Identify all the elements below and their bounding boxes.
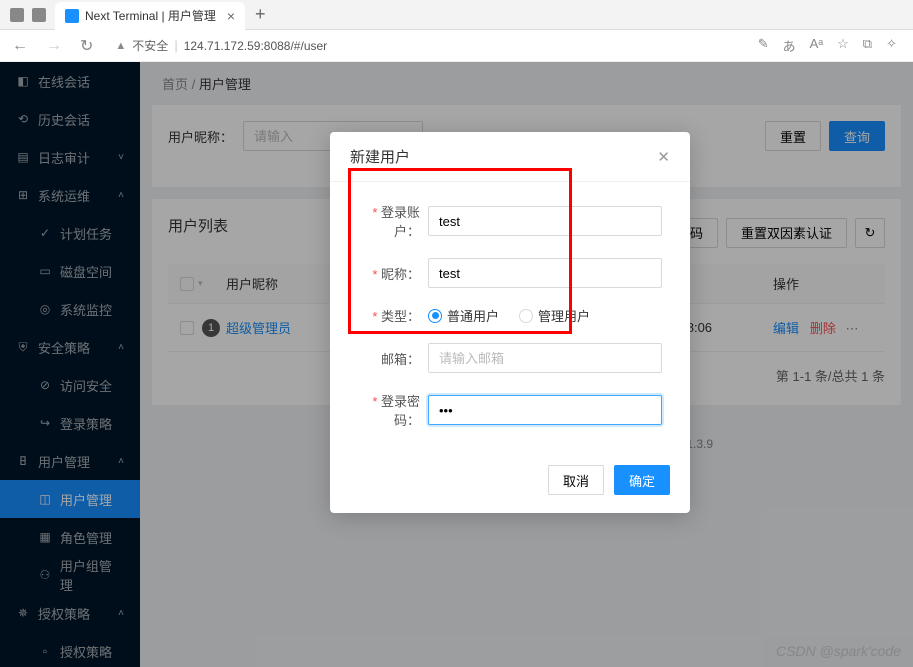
email-input[interactable] <box>428 343 662 373</box>
font-icon[interactable]: Aᵃ <box>810 36 824 55</box>
url-text: 124.71.172.59:8088/#/user <box>184 39 327 53</box>
password-input[interactable] <box>428 395 662 425</box>
favorite-icon[interactable]: ☆ <box>837 36 849 55</box>
tab-favicon <box>65 9 79 23</box>
radio-dot-on <box>428 309 442 323</box>
password-label: 登录密码： <box>350 391 428 429</box>
radio-dot-off <box>519 309 533 323</box>
translate-icon[interactable]: あ <box>783 36 796 55</box>
cancel-button[interactable]: 取消 <box>548 465 604 495</box>
browser-tab-strip: Next Terminal | 用户管理 × + <box>0 0 913 30</box>
window-icon-1[interactable] <box>10 8 24 22</box>
insecure-icon: ▲ <box>115 40 126 52</box>
extensions-icon[interactable]: ✧ <box>886 36 897 55</box>
window-controls <box>0 8 55 22</box>
modal-close-icon[interactable]: ✕ <box>657 148 670 166</box>
nav-forward-icon: → <box>42 37 66 55</box>
confirm-button[interactable]: 确定 <box>614 465 670 495</box>
nickname-input[interactable] <box>428 258 662 288</box>
modal-title: 新建用户 <box>350 146 410 167</box>
browser-address-bar: ← → ↻ ▲ 不安全 | 124.71.172.59:8088/#/user … <box>0 30 913 62</box>
browser-actions: ✎ あ Aᵃ ☆ ⧉ ✧ <box>758 36 905 55</box>
nav-reload-icon[interactable]: ↻ <box>76 36 97 56</box>
edit-icon[interactable]: ✎ <box>758 36 769 55</box>
nickname-label: 昵称： <box>350 264 428 283</box>
insecure-label: 不安全 <box>132 37 168 54</box>
radio-admin-user[interactable]: 管理用户 <box>519 306 590 325</box>
browser-tab[interactable]: Next Terminal | 用户管理 × <box>55 2 245 30</box>
watermark: CSDN @spark'code <box>776 643 901 659</box>
url-bar[interactable]: ▲ 不安全 | 124.71.172.59:8088/#/user <box>107 37 747 54</box>
email-label: 邮箱： <box>350 349 428 368</box>
tab-title: Next Terminal | 用户管理 <box>85 7 221 24</box>
new-tab-button[interactable]: + <box>245 4 276 25</box>
collections-icon[interactable]: ⧉ <box>863 36 872 55</box>
account-input[interactable] <box>428 206 662 236</box>
tab-close-icon[interactable]: × <box>227 8 235 24</box>
new-user-modal: 新建用户 ✕ 登录账户： 昵称： 类型： 普通用户 管理用户 邮箱： 登录密码：… <box>330 132 690 513</box>
type-label: 类型： <box>350 306 428 325</box>
window-icon-2[interactable] <box>32 8 46 22</box>
account-label: 登录账户： <box>350 202 428 240</box>
radio-normal-user[interactable]: 普通用户 <box>428 306 499 325</box>
nav-back-icon[interactable]: ← <box>8 37 32 55</box>
